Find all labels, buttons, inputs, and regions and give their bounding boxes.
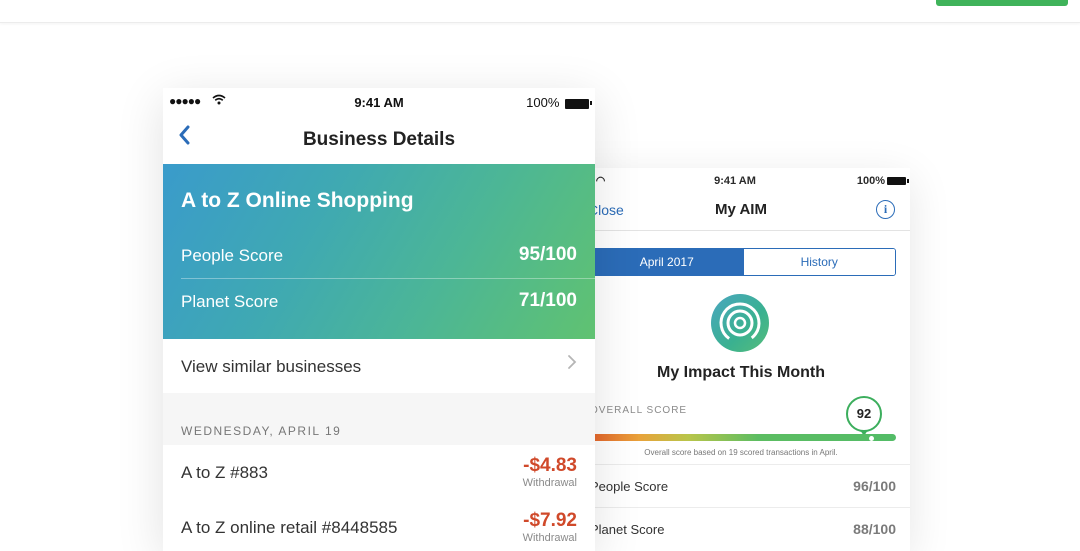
planet-score-row[interactable]: Planet Score 88/100 (560, 507, 910, 550)
nav-bar: Close My AIM i (560, 194, 910, 231)
status-bar: •• ◠ 9:41 AM 100% (560, 168, 910, 194)
battery-percent: 100% (526, 95, 560, 110)
planet-score-value: 71/100 (518, 290, 577, 311)
overall-score-note: Overall score based on 19 scored transac… (644, 448, 838, 457)
info-icon[interactable]: i (876, 200, 895, 219)
people-score-row[interactable]: People Score 96/100 (560, 464, 910, 507)
my-aim-phone: •• ◠ 9:41 AM 100% Close My AIM i April 2… (560, 168, 910, 551)
transaction-row[interactable]: A to Z online retail #8448585 -$7.92 Wit… (163, 500, 595, 551)
website-header (0, 0, 1080, 23)
transaction-row[interactable]: A to Z #883 -$4.83 Withdrawal (163, 445, 595, 501)
transaction-name: A to Z #883 (181, 463, 268, 482)
business-name: A to Z Online Shopping (181, 189, 414, 212)
screen-title: Business Details (302, 129, 456, 150)
header-action-button[interactable] (936, 0, 1068, 6)
impact-heading: My Impact This Month (657, 364, 825, 381)
status-bar: ●●●●● 9:41 AM 100% (163, 88, 595, 114)
overall-score-label: OVERALL SCORE (590, 405, 688, 416)
tab-history[interactable]: History (742, 249, 895, 275)
people-score-label: People Score (181, 246, 284, 265)
date-section-header: WEDNESDAY, APRIL 19 (163, 393, 595, 445)
view-similar-label: View similar businesses (181, 357, 362, 376)
transaction-amount: -$7.92 (523, 510, 577, 531)
chevron-right-icon (567, 353, 577, 377)
business-summary-card: A to Z Online Shopping People Score 95/1… (163, 164, 595, 339)
screen-title: My AIM (715, 201, 767, 218)
section-date: WEDNESDAY, APRIL 19 (181, 424, 342, 438)
people-score-value: 95/100 (518, 244, 577, 265)
planet-score-row: Planet Score 71/100 (181, 282, 577, 322)
business-details-phone: ●●●●● 9:41 AM 100% Business Details A to… (163, 88, 595, 551)
overall-score-bar (590, 434, 896, 441)
transaction-type: Withdrawal (522, 477, 577, 489)
battery-icon (887, 177, 909, 186)
view-similar-businesses-row[interactable]: View similar businesses (163, 339, 595, 394)
transaction-name: A to Z online retail #8448585 (181, 518, 398, 537)
people-score-row: People Score 95/100 (181, 236, 577, 276)
planet-score-label: Planet Score (181, 292, 279, 311)
tab-april-2017[interactable]: April 2017 (591, 249, 743, 275)
people-score-value: 96/100 (853, 478, 896, 494)
overall-score-marker (869, 436, 875, 441)
battery-icon (565, 98, 592, 109)
battery-indicator: 100% (856, 175, 909, 187)
overall-score-bubble: 92 (846, 396, 882, 432)
battery-percent: 100% (856, 175, 885, 187)
battery-indicator: 100% (526, 95, 592, 110)
transaction-amount: -$4.83 (523, 455, 577, 476)
period-segmented-control: April 2017 History (590, 248, 896, 276)
impact-target-icon (711, 294, 769, 352)
divider (181, 278, 595, 279)
people-score-label: People Score (590, 479, 669, 494)
planet-score-value: 88/100 (853, 521, 896, 537)
planet-score-label: Planet Score (590, 522, 665, 537)
nav-bar: Business Details (163, 114, 595, 164)
transaction-type: Withdrawal (522, 532, 577, 544)
